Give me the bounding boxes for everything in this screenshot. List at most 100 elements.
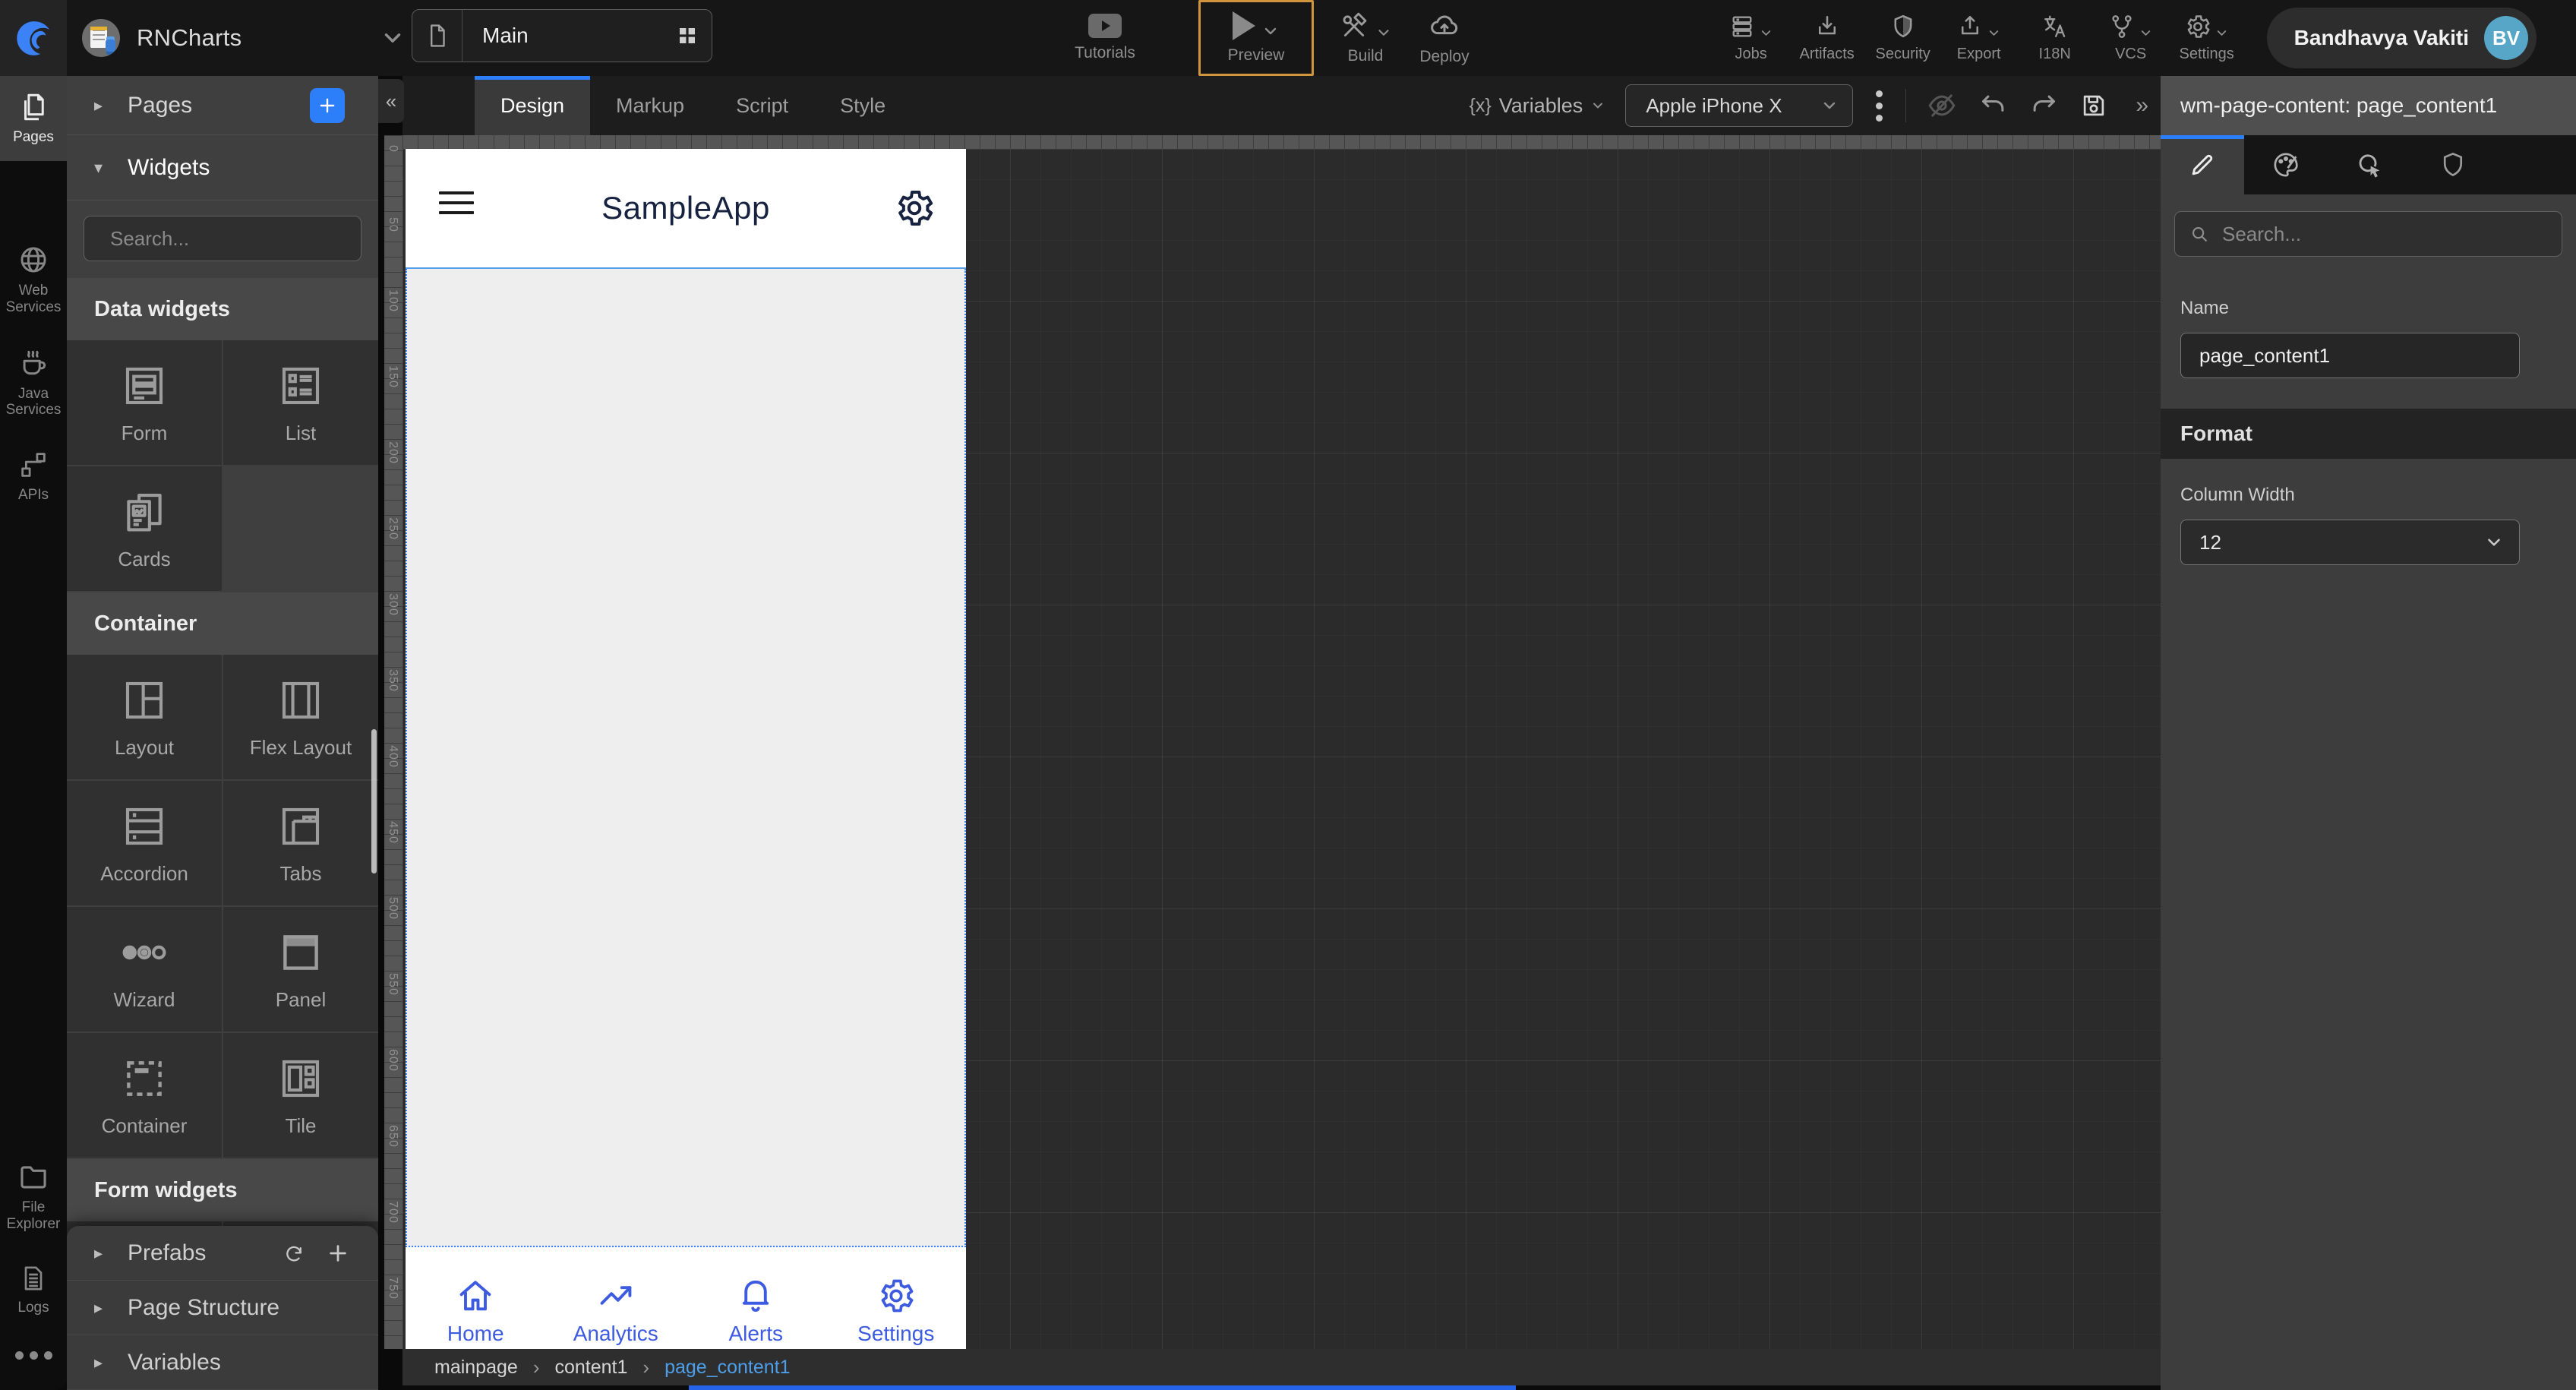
- artifacts-menu-item[interactable]: Artifacts: [1795, 0, 1860, 76]
- phone-device-canvas[interactable]: SampleApp Home Analytics Alerts Settings: [406, 149, 966, 1349]
- column-width-value: 12: [2199, 530, 2221, 554]
- canvas-toolbar: Design Markup Script Style {x} Variables…: [402, 76, 2161, 135]
- settings-menu-item[interactable]: Settings: [2174, 0, 2240, 76]
- tutorials-button[interactable]: Tutorials: [1063, 0, 1147, 76]
- build-button[interactable]: Build: [1327, 0, 1403, 76]
- left-panel-bottom-sections: ▸ Prefabs ▸ Page Structure ▸ Variables: [67, 1226, 378, 1390]
- tab-markup[interactable]: Markup: [590, 76, 710, 135]
- tabbar-item-alerts[interactable]: Alerts: [686, 1247, 826, 1349]
- widget-tile-list[interactable]: List: [223, 340, 378, 465]
- widget-tile-tile[interactable]: Tile: [223, 1033, 378, 1158]
- tab-script[interactable]: Script: [710, 76, 814, 135]
- page-structure-collapse-triangle-icon[interactable]: ▸: [94, 1298, 112, 1318]
- pages-grid-icon[interactable]: [663, 24, 712, 48]
- ruler-number: 500: [387, 897, 399, 920]
- device-chevron-icon: [1820, 96, 1839, 115]
- rail-item-java-services[interactable]: Java Services: [0, 331, 67, 434]
- page-tab-main[interactable]: Main: [412, 9, 712, 62]
- properties-search-box[interactable]: [2174, 211, 2562, 257]
- column-width-select[interactable]: 12: [2180, 520, 2520, 565]
- build-chevron-icon[interactable]: [1375, 24, 1392, 41]
- widgets-expand-triangle-icon[interactable]: ▾: [94, 158, 112, 178]
- widget-tile-panel[interactable]: Panel: [223, 907, 378, 1031]
- page-content-selected-area[interactable]: [406, 269, 966, 1247]
- tabbar-item-settings[interactable]: Settings: [826, 1247, 967, 1349]
- security-menu-item[interactable]: Security: [1870, 0, 1936, 76]
- widget-tile-tabs[interactable]: Tabs: [223, 781, 378, 905]
- toggle-visibility-icon[interactable]: [1926, 90, 1958, 122]
- log-file-icon: [18, 1263, 49, 1294]
- widget-tile-form[interactable]: Form: [67, 340, 222, 465]
- vcs-menu-item[interactable]: VCS: [2098, 0, 2164, 76]
- tab-styles[interactable]: [2244, 135, 2328, 194]
- user-account-button[interactable]: Bandhavya Vakiti BV: [2266, 8, 2537, 68]
- redo-icon[interactable]: [2029, 91, 2058, 120]
- pages-section-row[interactable]: ▸ Pages: [67, 76, 378, 135]
- tabbar-item-analytics[interactable]: Analytics: [546, 1247, 687, 1349]
- widget-tile-wizard[interactable]: Wizard: [67, 907, 222, 1031]
- tab-events[interactable]: [2328, 135, 2411, 194]
- add-page-button[interactable]: [310, 87, 345, 123]
- save-icon[interactable]: [2079, 91, 2108, 120]
- widget-search-input[interactable]: [110, 226, 365, 251]
- collapse-right-panel-button[interactable]: »: [2136, 93, 2148, 118]
- rail-item-pages[interactable]: Pages: [0, 76, 67, 161]
- export-menu-item[interactable]: Export: [1946, 0, 2012, 76]
- variables-dropdown[interactable]: {x} Variables: [1470, 94, 1606, 118]
- project-switcher[interactable]: RNCharts: [82, 0, 406, 76]
- widget-tile-layout[interactable]: Layout: [67, 655, 222, 779]
- artifacts-icon: [1814, 13, 1841, 40]
- cards-tile-label: Cards: [118, 547, 171, 570]
- tabbar-item-home[interactable]: Home: [406, 1247, 546, 1349]
- jobs-menu-item[interactable]: Jobs: [1719, 0, 1784, 76]
- rail-more-button[interactable]: [0, 1332, 67, 1390]
- variables-collapse-triangle-icon[interactable]: ▸: [94, 1353, 112, 1373]
- tab-security[interactable]: [2411, 135, 2495, 194]
- rail-item-file-explorer[interactable]: File Explorer: [0, 1145, 67, 1248]
- ruler-number: 750: [387, 1277, 399, 1300]
- device-selector-value: Apple iPhone X: [1646, 93, 1782, 117]
- more-options-kebab-icon[interactable]: [1873, 90, 1886, 122]
- left-panel-scrollbar[interactable]: [371, 729, 377, 873]
- breadcrumb-chevron-icon: ›: [642, 1355, 650, 1379]
- tab-style[interactable]: Style: [814, 76, 911, 135]
- prefabs-collapse-triangle-icon[interactable]: ▸: [94, 1243, 112, 1263]
- widget-tile-flex-layout[interactable]: Flex Layout: [223, 655, 378, 779]
- undo-icon[interactable]: [1979, 91, 2008, 120]
- page-structure-section-row[interactable]: ▸ Page Structure: [67, 1281, 378, 1335]
- preview-button[interactable]: Preview: [1198, 0, 1314, 76]
- preview-chevron-icon[interactable]: [1261, 22, 1280, 40]
- breadcrumb-page-content1[interactable]: page_content1: [665, 1357, 790, 1379]
- app-settings-gear-icon[interactable]: [893, 187, 936, 229]
- widget-tile-cards[interactable]: Cards: [67, 466, 222, 591]
- i18n-menu-item[interactable]: I18N: [2022, 0, 2088, 76]
- widget-tile-accordion[interactable]: Accordion: [67, 781, 222, 905]
- tab-design[interactable]: Design: [475, 76, 591, 135]
- widget-search-box[interactable]: [84, 216, 365, 261]
- preview-label: Preview: [1227, 46, 1285, 64]
- prefabs-section-row[interactable]: ▸ Prefabs: [67, 1226, 378, 1281]
- rail-item-web-services[interactable]: Web Services: [0, 228, 67, 331]
- pages-collapse-triangle-icon[interactable]: ▸: [94, 96, 112, 115]
- variables-section-row[interactable]: ▸ Variables: [67, 1335, 378, 1390]
- breadcrumb-chevron-icon: ›: [532, 1355, 540, 1379]
- add-prefab-icon[interactable]: [327, 1242, 349, 1265]
- breadcrumb-mainpage[interactable]: mainpage: [434, 1357, 518, 1379]
- preview-play-icon: [1233, 11, 1255, 40]
- refresh-prefabs-icon[interactable]: [283, 1242, 305, 1265]
- widget-tile-container[interactable]: Container: [67, 1033, 222, 1158]
- device-selector[interactable]: Apple iPhone X: [1625, 84, 1854, 127]
- rail-item-logs[interactable]: Logs: [0, 1248, 67, 1332]
- collapse-left-panel-button[interactable]: «: [378, 79, 404, 123]
- deploy-button[interactable]: Deploy: [1406, 0, 1482, 76]
- properties-search-input[interactable]: [2222, 222, 2548, 246]
- name-field-input[interactable]: [2180, 333, 2520, 378]
- app-navbar[interactable]: SampleApp: [406, 149, 966, 269]
- wavemaker-logo[interactable]: [0, 0, 67, 76]
- breadcrumb-content1[interactable]: content1: [554, 1357, 627, 1379]
- chevron-down-icon[interactable]: [380, 25, 406, 51]
- rail-item-apis[interactable]: APIs: [0, 434, 67, 519]
- widgets-section-row[interactable]: ▾ Widgets: [67, 135, 378, 201]
- tab-properties-edit[interactable]: [2161, 135, 2244, 194]
- pages-section-label: Pages: [128, 92, 193, 118]
